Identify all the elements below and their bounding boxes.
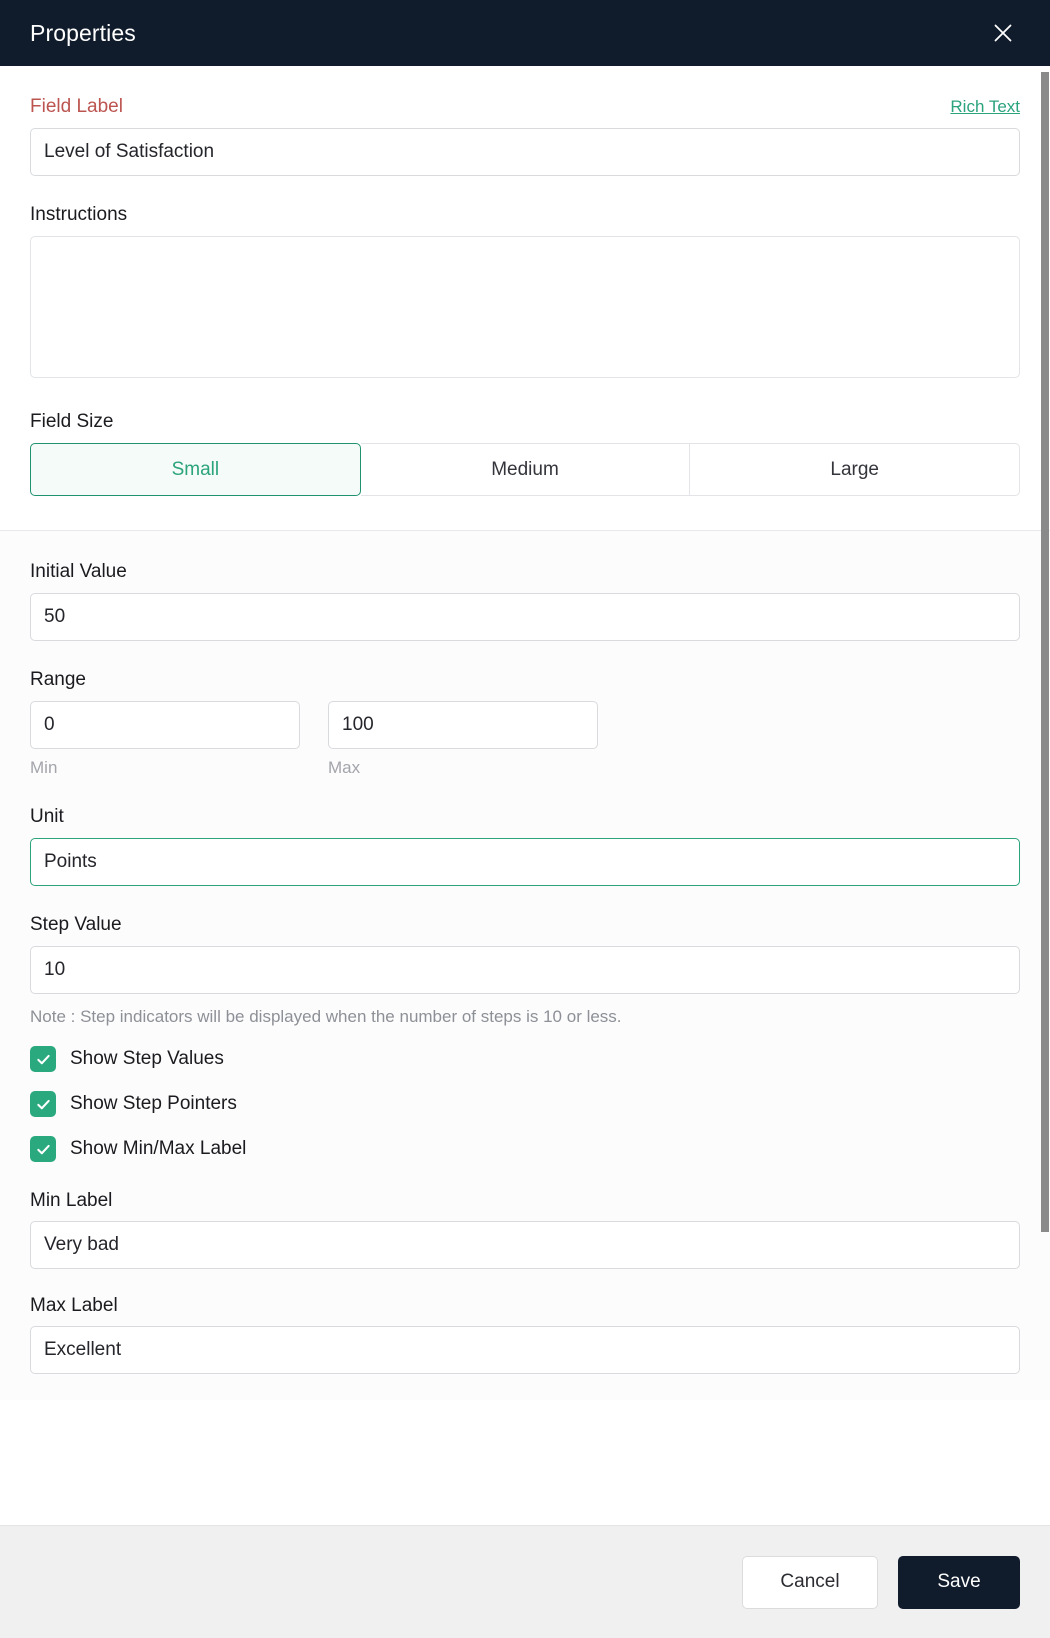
field-label-input[interactable] (30, 128, 1020, 176)
range-max-col: Max (328, 701, 598, 778)
min-label-input[interactable] (30, 1221, 1020, 1270)
range-min-input[interactable] (30, 701, 300, 749)
field-size-segmented-control: Small Medium Large (30, 443, 1021, 496)
field-size-label: Field Size (30, 411, 114, 432)
unit-input[interactable] (30, 838, 1020, 886)
instructions-label: Instructions (30, 204, 128, 225)
checkbox-show-step-values[interactable]: Show Step Values (30, 1046, 1020, 1073)
max-label-block: Max Label (30, 1295, 1020, 1375)
checkmark-icon (30, 1136, 56, 1163)
properties-dialog: Properties Field Label Rich Text Inst (0, 0, 1050, 1638)
unit-label: Unit (30, 806, 64, 827)
field-label-caption: Field Label (30, 96, 123, 117)
initial-value-input[interactable] (30, 593, 1020, 641)
close-button[interactable] (984, 14, 1022, 52)
instructions-textarea[interactable] (30, 236, 1020, 378)
range-inputs-row: Min Max (30, 701, 1020, 778)
field-label-header: Field Label Rich Text (30, 96, 1020, 118)
checkmark-icon (30, 1046, 56, 1073)
checkbox-show-step-pointers[interactable]: Show Step Pointers (30, 1091, 1020, 1118)
range-min-sublabel: Min (30, 758, 58, 777)
field-size-block: Field Size Small Medium Large (30, 411, 1021, 496)
range-max-input[interactable] (328, 701, 598, 749)
step-value-input[interactable] (30, 946, 1020, 994)
vertical-scrollbar[interactable] (1041, 66, 1050, 1525)
step-value-note: Note : Step indicators will be displayed… (30, 1007, 622, 1026)
step-value-block: Step Value Note : Step indicators will b… (30, 914, 1020, 1163)
min-label-block: Min Label (30, 1190, 1020, 1270)
range-label: Range (30, 669, 86, 690)
checkbox-label: Show Min/Max Label (70, 1138, 247, 1160)
dialog-title: Properties (30, 19, 136, 46)
min-label-caption: Min Label (30, 1190, 113, 1212)
checkbox-label: Show Step Pointers (70, 1093, 237, 1115)
dialog-titlebar: Properties (0, 0, 1050, 66)
initial-value-block: Initial Value (30, 561, 1020, 641)
field-size-option-small[interactable]: Small (30, 443, 361, 496)
checkbox-label: Show Step Values (70, 1048, 224, 1070)
field-size-option-large[interactable]: Large (690, 443, 1021, 496)
properties-scroll-area: Field Label Rich Text Instructions Field… (0, 66, 1050, 1525)
save-button[interactable]: Save (898, 1555, 1020, 1609)
dialog-footer: Cancel Save (0, 1525, 1050, 1638)
scrollbar-thumb[interactable] (1041, 72, 1049, 1232)
field-size-option-medium[interactable]: Medium (360, 443, 691, 496)
slider-properties-section: Initial Value Range Min Max Unit (0, 531, 1050, 1401)
step-value-label: Step Value (30, 914, 122, 935)
basic-properties-section: Field Label Rich Text Instructions Field… (0, 66, 1050, 531)
unit-block: Unit (30, 806, 1020, 886)
rich-text-link[interactable]: Rich Text (950, 97, 1020, 117)
checkmark-icon (30, 1091, 56, 1118)
cancel-button[interactable]: Cancel (742, 1555, 878, 1609)
close-icon (991, 21, 1015, 45)
range-min-col: Min (30, 701, 300, 778)
range-max-sublabel: Max (328, 758, 361, 777)
initial-value-label: Initial Value (30, 561, 127, 582)
instructions-block: Instructions (30, 204, 1020, 383)
checkbox-show-minmax-label[interactable]: Show Min/Max Label (30, 1136, 1020, 1163)
max-label-input[interactable] (30, 1326, 1020, 1375)
range-block: Range Min Max (30, 669, 1020, 778)
max-label-caption: Max Label (30, 1295, 118, 1317)
field-label-block: Field Label Rich Text (30, 96, 1020, 176)
